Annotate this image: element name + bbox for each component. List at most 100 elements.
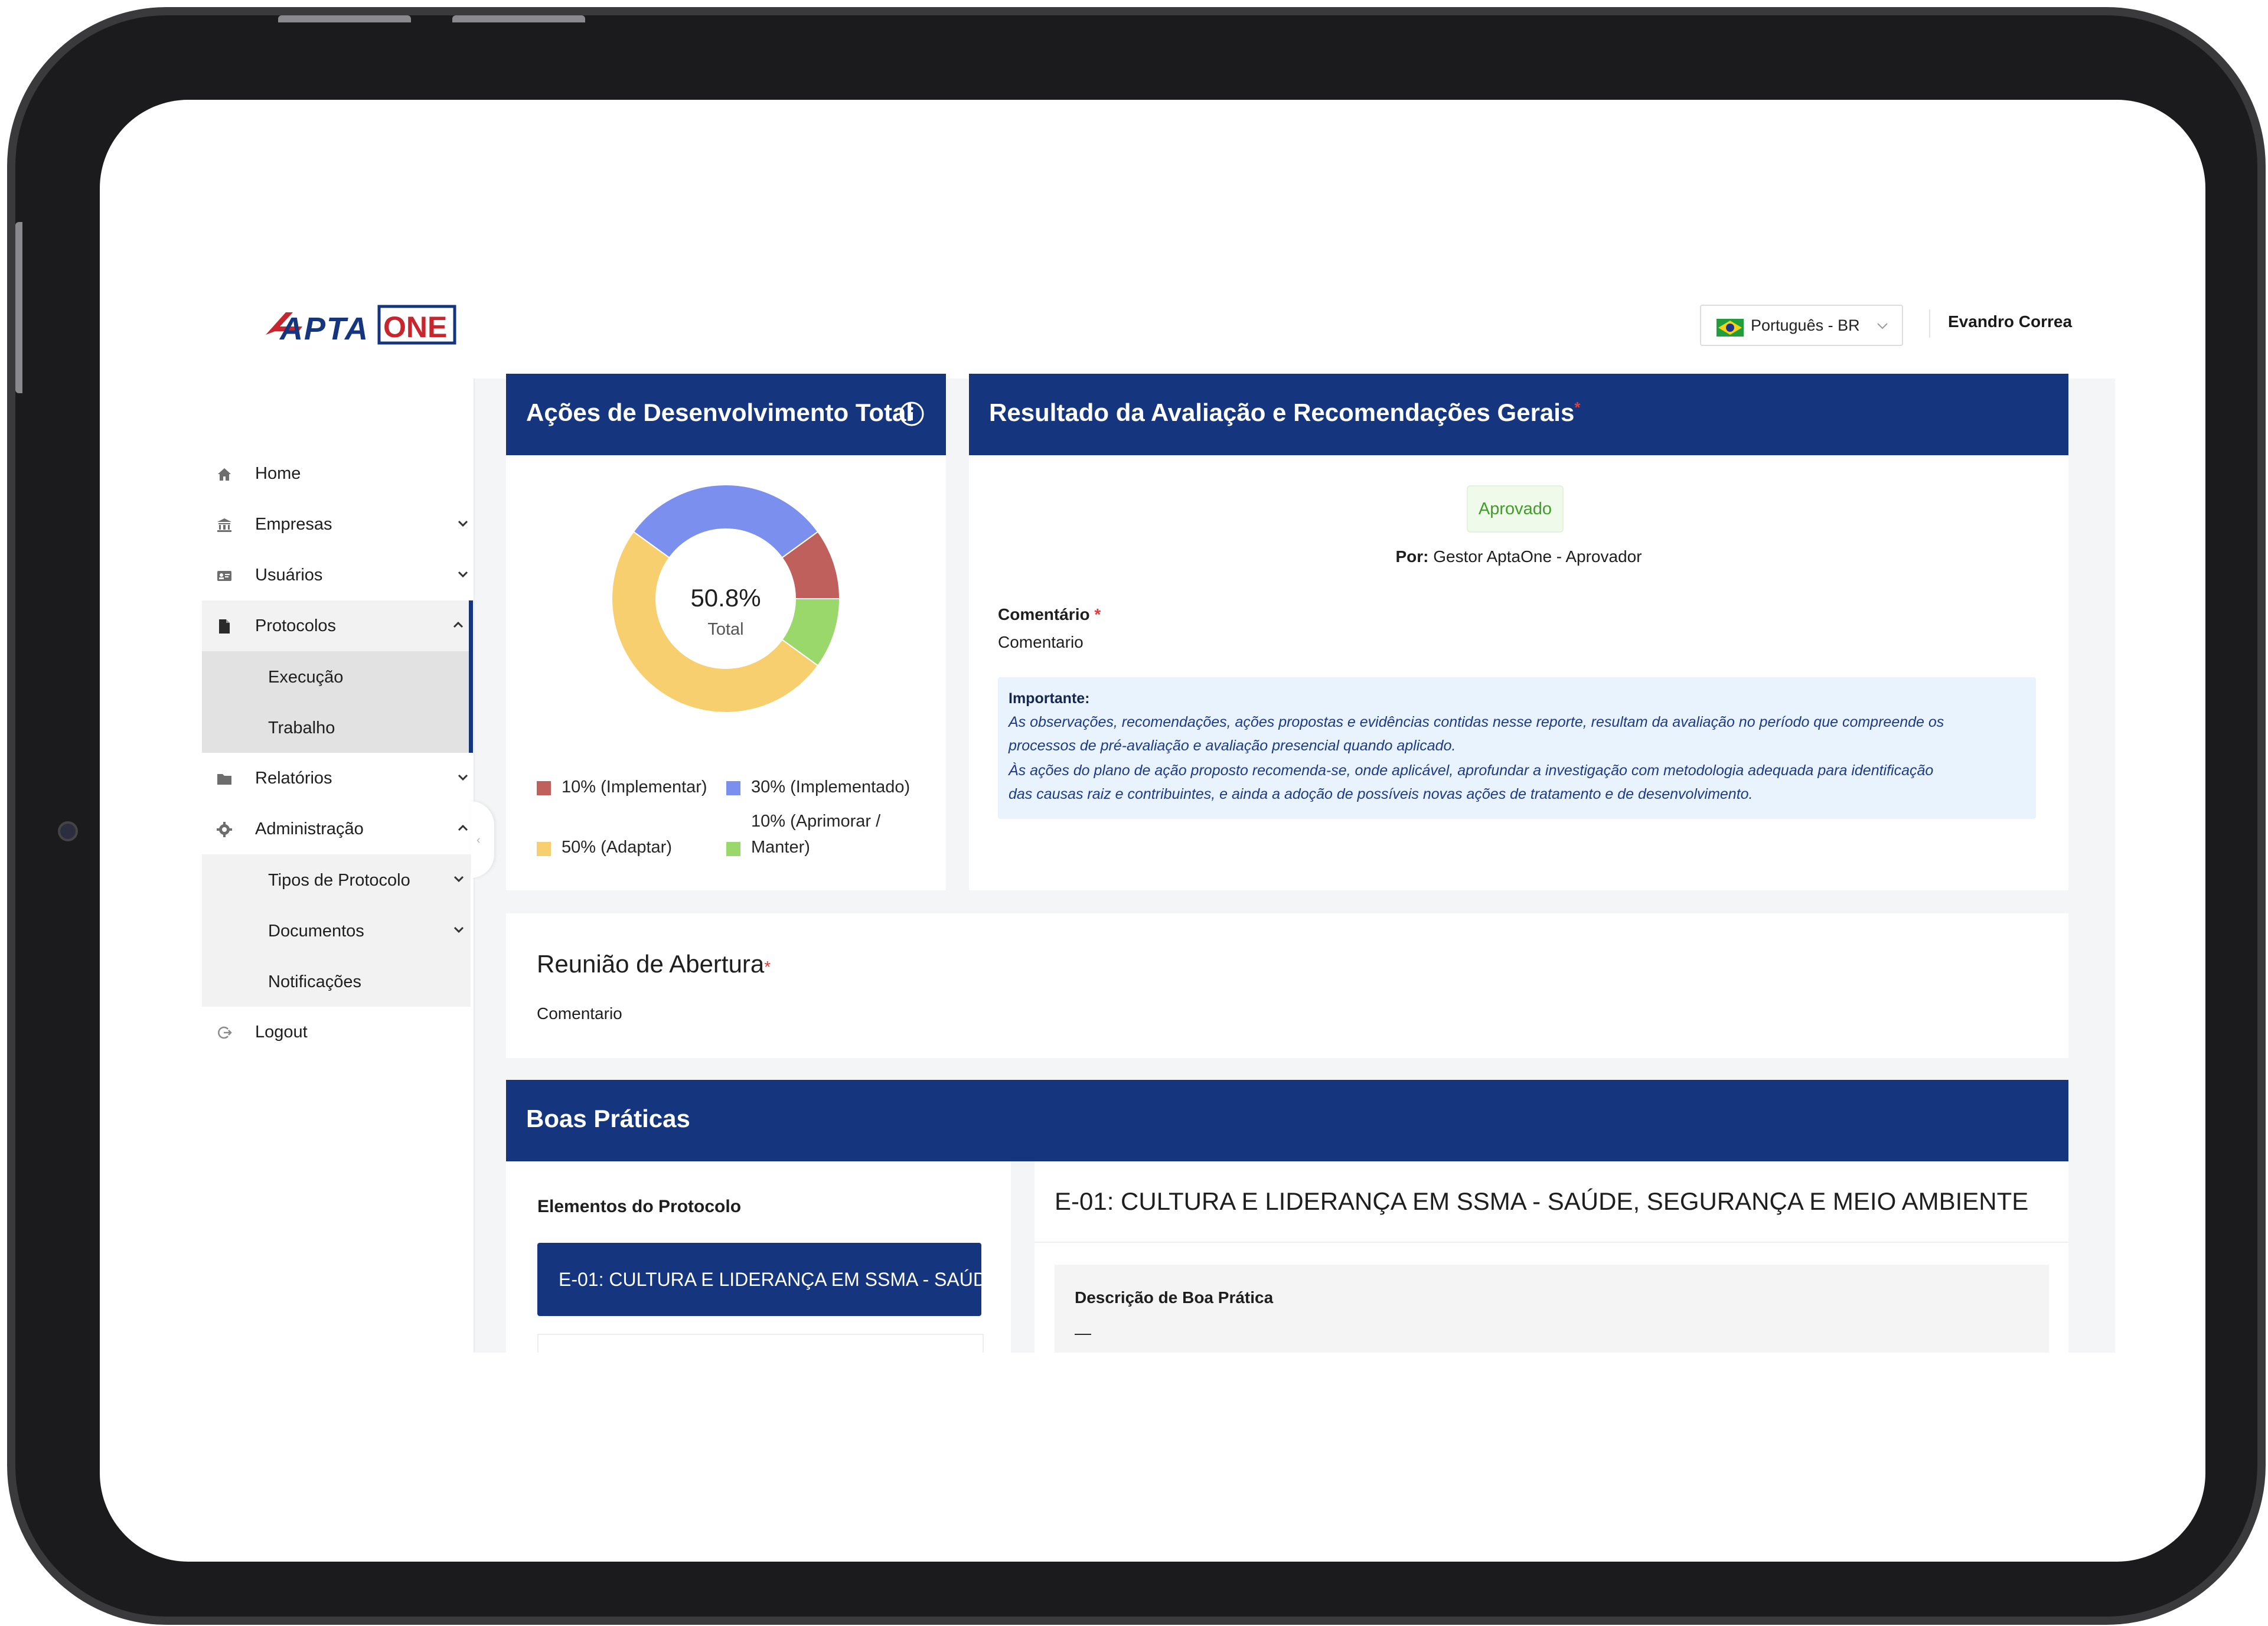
apta-one-logo[interactable]: APTA ONE [262, 301, 457, 348]
chevron-down-icon[interactable] [456, 567, 470, 582]
sidebar-item-label: Logout [255, 1022, 308, 1041]
home-icon [218, 468, 231, 481]
sidebar-item-empresas[interactable]: Empresas [202, 499, 474, 550]
sidebar-subitem-tipos-de-protocolo[interactable]: Tipos de Protocolo [202, 854, 471, 905]
sidebar-subitem-notificacoes[interactable]: Notificações [202, 956, 471, 1007]
comment-value: Comentario [998, 633, 1084, 651]
required-mark: * [1094, 605, 1101, 623]
sidebar-item-label: Documentos [268, 922, 364, 941]
approved-by-value: Gestor AptaOne - Aprovador [1433, 547, 1642, 566]
sidebar-item-label: Home [255, 463, 301, 483]
card-title: Ações de Desenvolvimento Total [526, 399, 913, 426]
screen-bottom-area [202, 1353, 2115, 1562]
comment-label-text: Comentário [998, 605, 1090, 623]
tablet-frame: APTA ONE Home Empresas Usuários Protocol… [7, 7, 2266, 1625]
card-header: Boas Práticas [506, 1080, 2068, 1161]
device-button [278, 15, 411, 22]
device-button [452, 15, 585, 22]
description-box: Descrição de Boa Prática — [1055, 1265, 2049, 1357]
sidebar-item-label: Administração [255, 819, 364, 838]
opening-meeting-card: Reunião de Abertura* Comentario [506, 913, 2068, 1058]
sidebar-subitem-trabalho[interactable]: Trabalho [202, 702, 471, 753]
logo-text-one: ONE [383, 311, 447, 344]
card-title: Boas Práticas [526, 1105, 690, 1132]
legend-swatch [726, 842, 740, 856]
note-line: As observações, recomendações, ações pro… [1009, 714, 1944, 730]
donut-center-value: 50.8% [690, 584, 761, 612]
sidebar-item-label: Trabalho [268, 719, 335, 737]
opening-meeting-comment: Comentario [537, 1004, 622, 1023]
chevron-down-icon[interactable] [456, 517, 470, 531]
donut-center-label: Total [707, 620, 743, 639]
sidebar-item-home[interactable]: Home [202, 448, 474, 499]
sidebar-item-administracao[interactable]: Administração [202, 804, 474, 854]
file-icon [219, 619, 230, 634]
donut-slice-implementado[interactable] [632, 484, 819, 559]
opening-meeting-title: Reunião de Abertura* [537, 950, 771, 978]
card-title-text: Resultado da Avaliação e Recomendações G… [989, 399, 1575, 426]
app: APTA ONE Home Empresas Usuários Protocol… [100, 100, 2205, 1562]
element-detail-title: E-01: CULTURA E LIDERANÇA EM SSMA - SAÚD… [1055, 1187, 2029, 1215]
legend-swatch [537, 842, 551, 856]
chevron-left-icon: ‹ [477, 834, 481, 847]
divider [1035, 1242, 2068, 1243]
best-practices-card: Boas Práticas Elementos do Protocolo E-0… [506, 1080, 2068, 1359]
legend-label: Manter) [751, 838, 810, 857]
required-mark: * [1574, 399, 1581, 416]
status-badge: Aprovado [1467, 485, 1564, 533]
logout-icon [218, 1026, 232, 1039]
logo-text-apta: APTA [279, 311, 369, 347]
chevron-down-icon[interactable] [452, 923, 466, 937]
note-line: das causas raiz e contribuintes, e ainda… [1009, 786, 1753, 802]
divider [1929, 309, 1930, 338]
note-line: Às ações do plano de ação proposto recom… [1009, 762, 1934, 779]
element-item-label: E-01: CULTURA E LIDERANÇA EM SSMA - SAÚD… [559, 1269, 981, 1290]
chevron-down-icon[interactable] [456, 770, 470, 785]
bank-icon [217, 518, 231, 532]
elements-panel: Elementos do Protocolo E-01: CULTURA E L… [506, 1161, 1011, 1359]
legend-swatch [726, 781, 740, 795]
actions-card: Ações de Desenvolvimento Total 50.8% Tot… [506, 374, 946, 890]
note-line: processos de pré-avaliação e avaliação p… [1009, 737, 1456, 754]
description-value: — [1075, 1324, 1091, 1342]
comment-label: Comentário * [998, 605, 1101, 624]
sidebar-subitem-execucao[interactable]: Execução [202, 651, 471, 702]
chevron-up-icon[interactable] [456, 821, 470, 835]
legend-label: 10% (Aprimorar / [751, 812, 881, 831]
sidebar-item-label: Empresas [255, 514, 332, 534]
brazil-flag-icon [1716, 319, 1744, 337]
chevron-down-icon [1877, 323, 1888, 329]
donut-chart: 50.8% Total [611, 484, 841, 713]
language-select[interactable]: Português - BR [1700, 305, 1903, 346]
element-item-selected[interactable]: E-01: CULTURA E LIDERANÇA EM SSMA - SAÚD… [537, 1243, 981, 1316]
sidebar-item-label: Relatórios [255, 768, 332, 788]
gear-icon [217, 822, 232, 837]
language-label: Português - BR [1751, 316, 1860, 334]
card-header: Ações de Desenvolvimento Total [506, 374, 946, 455]
important-note: Importante: As observações, recomendaçõe… [998, 677, 2036, 819]
chevron-up-icon[interactable] [451, 618, 465, 632]
legend-label: 10% (Implementar) [562, 778, 707, 796]
sidebar-item-usuarios[interactable]: Usuários [202, 550, 474, 600]
elements-title: Elementos do Protocolo [537, 1197, 742, 1216]
sidebar-item-protocolos[interactable]: Protocolos [202, 600, 471, 651]
chevron-down-icon[interactable] [452, 872, 466, 886]
id-card-icon [217, 571, 231, 581]
note-title: Importante: [1009, 690, 1090, 707]
screen: APTA ONE Home Empresas Usuários Protocol… [100, 100, 2205, 1562]
sidebar-item-label: Execução [268, 668, 344, 687]
sidebar-collapse-button[interactable]: ‹ [471, 801, 494, 878]
user-name[interactable]: Evandro Correa [1948, 312, 2072, 331]
active-indicator [469, 600, 473, 753]
element-detail-panel: E-01: CULTURA E LIDERANÇA EM SSMA - SAÚD… [1035, 1161, 2068, 1357]
sidebar-item-logout[interactable]: Logout [202, 1007, 474, 1057]
card-title: Resultado da Avaliação e Recomendações G… [989, 399, 1580, 427]
sidebar-item-label: Usuários [255, 565, 323, 585]
sidebar-subitem-documentos[interactable]: Documentos [202, 905, 471, 956]
folder-icon [217, 774, 231, 785]
sidebar-item-relatorios[interactable]: Relatórios [202, 753, 474, 804]
sidebar-item-label: Protocolos [255, 616, 337, 635]
info-icon[interactable] [899, 401, 925, 427]
status-text: Aprovado [1478, 499, 1552, 518]
device-side-button [15, 222, 22, 393]
